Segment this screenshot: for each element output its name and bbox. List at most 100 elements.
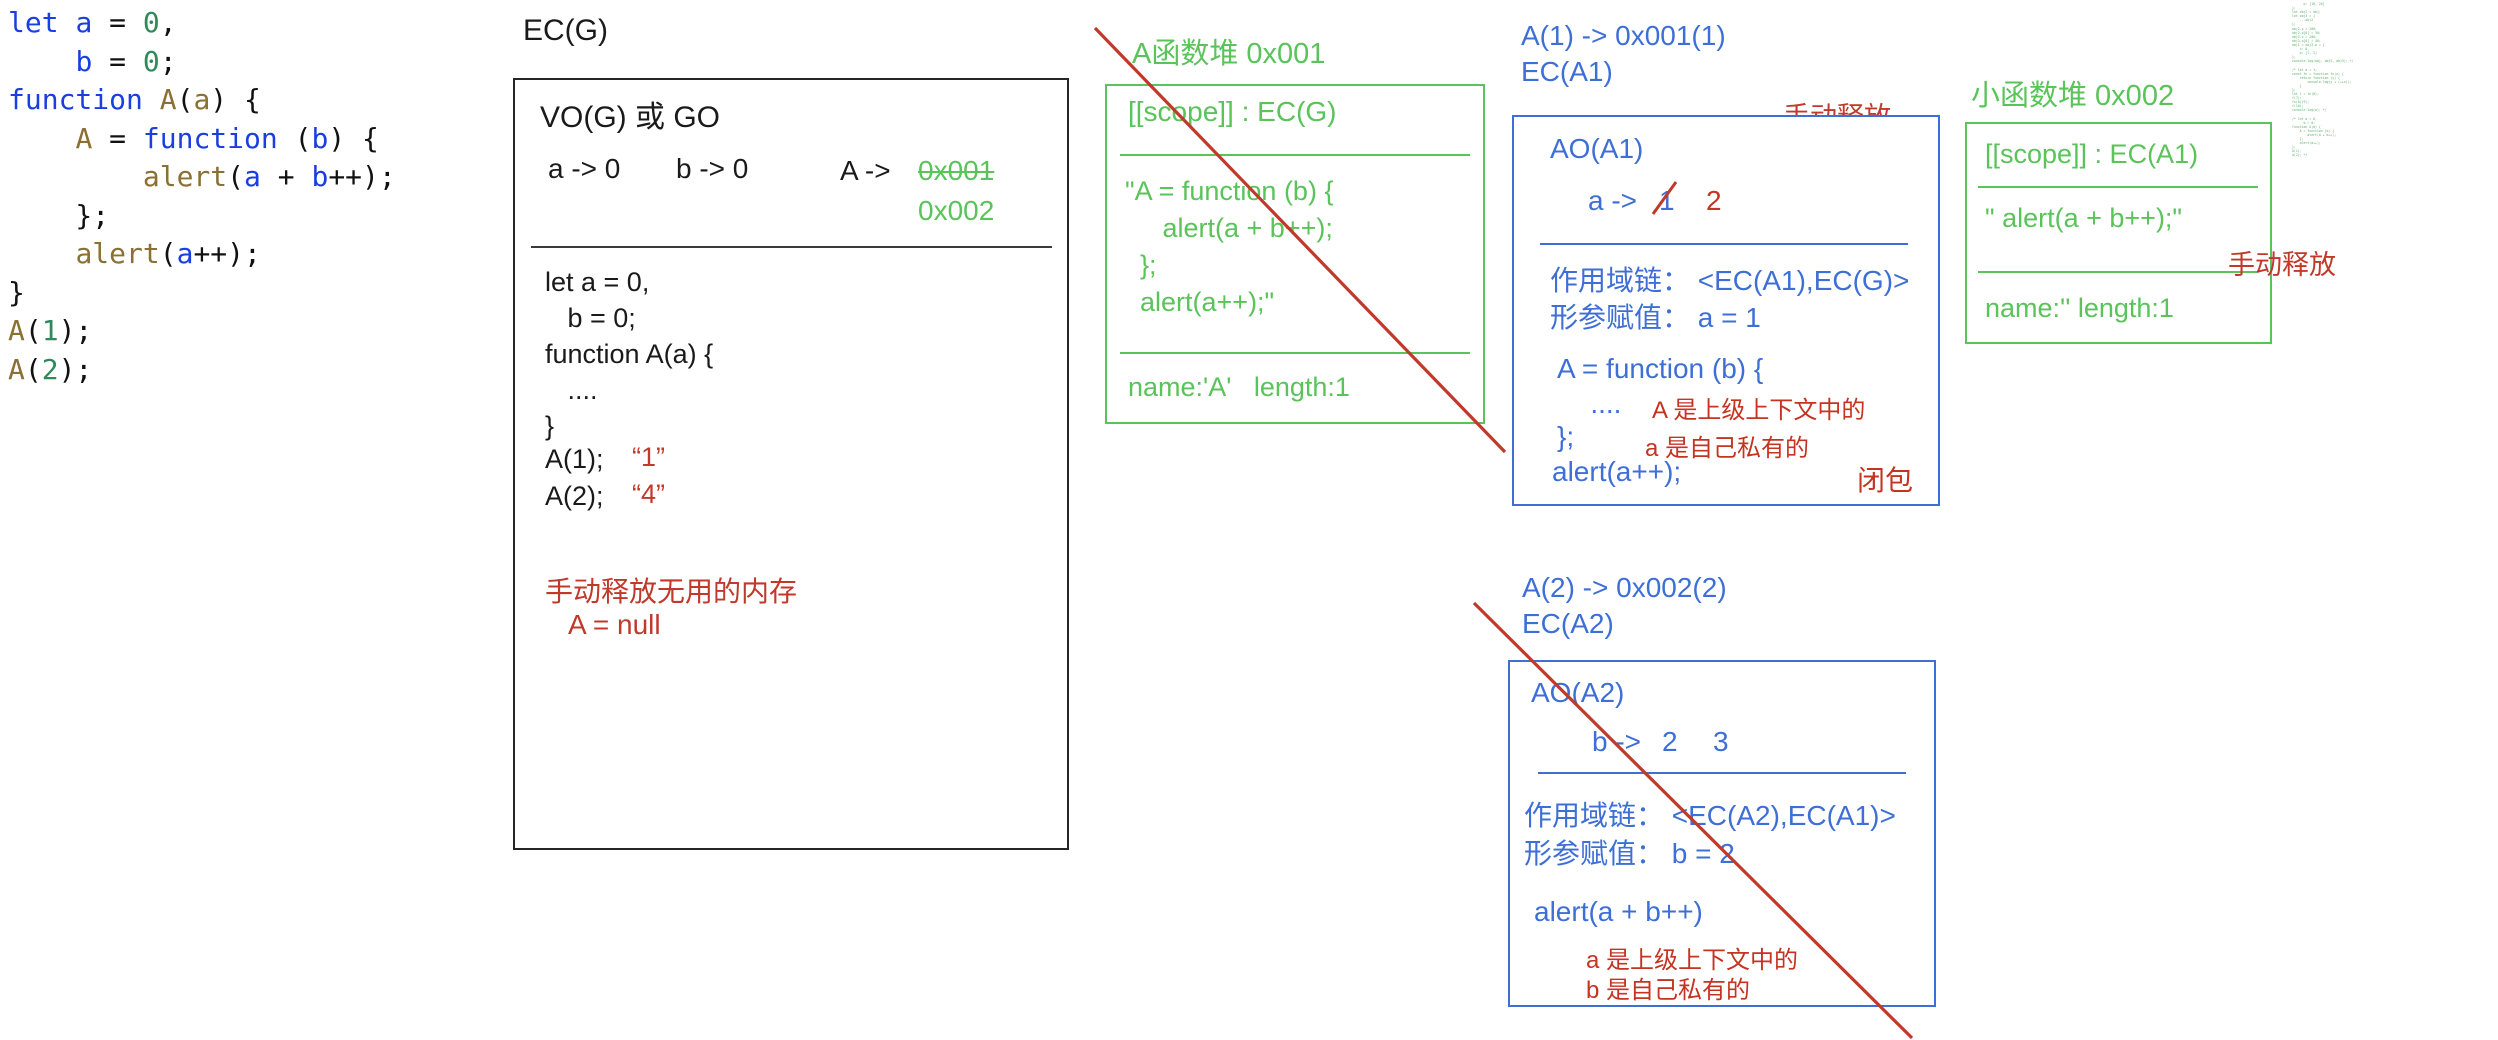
ec-g-vo-title: VO(G) 或 GO: [540, 101, 720, 134]
code-token: b: [311, 160, 329, 193]
code-token: A: [159, 83, 177, 116]
code-token: a: [244, 160, 261, 193]
ec-a2-head-line-1: A(2) -> 0x002(2): [1522, 572, 1727, 603]
code-token: );: [58, 314, 93, 347]
ec-a2-var-new-value: 3: [1713, 726, 1729, 757]
ec-a2-ao-title: AO(A2): [1531, 677, 1625, 708]
source-code-line: A(1);: [8, 312, 396, 351]
source-code-line: b = 0;: [8, 43, 396, 82]
ec-g-var-b: b -> 0: [676, 153, 749, 184]
ec-g-title: EC(G): [523, 14, 608, 47]
code-token: ++);: [193, 237, 261, 270]
code-token: 0: [142, 44, 160, 78]
ec-a1-body-line-3: };: [1557, 421, 1575, 452]
source-code-line: let a = 0,: [8, 4, 396, 43]
code-token: b: [75, 44, 93, 78]
code-token: A: [75, 121, 93, 155]
ec-a2-divider: [1538, 772, 1906, 774]
source-code-line: alert(a++);: [8, 235, 396, 274]
code-token: ;: [159, 44, 177, 78]
code-token: let: [8, 6, 76, 39]
ec-a2-note-2: b 是自己私有的: [1586, 977, 1751, 1004]
ec-a1-var-name: a ->: [1588, 185, 1638, 216]
heap-small-meta: name:'' length:1: [1985, 293, 2174, 323]
ec-a1-var-new-value: 2: [1706, 185, 1722, 216]
ec-a2-head-line-2: EC(A2): [1522, 608, 1614, 639]
ec-a1-body-line-2: ....: [1567, 388, 1622, 419]
ec-a1-var-old-value: 1: [1659, 185, 1675, 216]
code-token: ) {: [210, 83, 261, 116]
code-token: function: [142, 121, 295, 155]
code-token: a: [75, 6, 93, 39]
code-token: }: [8, 275, 25, 309]
heap-a-divider-top: [1120, 154, 1470, 156]
ec-g-body-line-1: b = 0;: [545, 303, 636, 333]
heap-a-code: "A = function (b) { alert(a + b++); }; a…: [1125, 173, 1333, 321]
ec-g-divider: [531, 246, 1052, 248]
code-token: (: [159, 237, 177, 270]
code-token: (: [227, 160, 245, 193]
heap-a-code-line-0: "A = function (b) {: [1125, 176, 1334, 206]
ec-a1-note-2: a 是自己私有的: [1645, 435, 1810, 462]
code-token: (: [24, 314, 42, 347]
ec-g-body-line-3: ....: [545, 375, 598, 405]
code-token: ) {: [328, 121, 379, 155]
ec-g-body-line-4: }: [545, 411, 555, 441]
code-token: 2: [41, 352, 59, 386]
code-token: 0: [142, 6, 160, 39]
code-token: A: [8, 352, 25, 386]
code-token: (: [176, 83, 194, 116]
heap-small-divider-top: [1978, 186, 2258, 188]
ec-a2-var-old-value: 2: [1662, 726, 1678, 757]
heap-a-code-line-1: alert(a + b++);: [1125, 213, 1333, 243]
heap-small-divider-bottom: [1978, 271, 2258, 273]
code-token: a: [193, 83, 211, 116]
source-code-line: }: [8, 274, 396, 313]
ec-g-call-2-output: “4”: [632, 479, 665, 509]
ec-g-free-memory-code: A = null: [568, 609, 661, 640]
ec-a2-scope-chain: 作用域链： <EC(A2),EC(A1)>: [1524, 800, 1896, 831]
code-token: (: [24, 352, 42, 386]
heap-a-scope: [[scope]] : EC(G): [1128, 96, 1337, 127]
heap-a-code-line-2: };: [1125, 250, 1157, 280]
ec-a1-scope-chain: 作用域链： <EC(A1),EC(G)>: [1550, 265, 1910, 296]
code-token: alert: [75, 237, 160, 270]
ec-g-call-1-output: “1”: [632, 442, 665, 472]
heap-small-scope: [[scope]] : EC(A1): [1985, 139, 2199, 169]
source-code-line: };: [8, 197, 396, 236]
ec-a2-params: 形参赋值： b = 2: [1524, 838, 1735, 869]
ec-a2-body-line-1: alert(a + b++): [1534, 896, 1703, 927]
code-token: alert: [142, 160, 228, 193]
code-token: );: [58, 352, 93, 386]
code-token: ,: [159, 6, 177, 39]
code-token: A: [8, 314, 25, 347]
ec-g-body-code: let a = 0, b = 0; function A(a) { ....}: [545, 264, 713, 444]
code-token: (: [294, 121, 312, 155]
ec-g-var-A-new-address: 0x002: [918, 195, 995, 226]
code-token: =: [92, 6, 143, 39]
ec-g-var-A-label: A ->: [840, 155, 891, 186]
heap-a-divider-bottom: [1120, 352, 1470, 354]
source-code-line: alert(a + b++);: [8, 158, 396, 197]
source-code-line: function A(a) {: [8, 81, 396, 120]
ec-a1-ao-title: AO(A1): [1550, 133, 1644, 164]
heap-small-title: 小函数堆 0x002: [1971, 80, 2175, 112]
micro-code-snippet: p: [10, 20] }; let obj2 = obj; let obj3 …: [2292, 2, 2354, 158]
code-token: =: [92, 44, 143, 78]
heap-a-title: A函数堆 0x001: [1132, 38, 1326, 70]
source-code-listing: let a = 0, b = 0; function A(a) { A = fun…: [8, 4, 396, 389]
source-code-line: A(2);: [8, 351, 396, 390]
ec-g-body-line-2: function A(a) {: [545, 339, 714, 369]
source-code-line: A = function (b) {: [8, 120, 396, 159]
ec-a1-note-1: A 是上级上下文中的: [1652, 397, 1866, 424]
code-token: ++);: [328, 160, 396, 193]
heap-a-code-line-3: alert(a++);": [1125, 287, 1275, 317]
ec-g-var-A-old-address: 0x001: [918, 155, 995, 186]
ec-g-call-1: A(1);: [545, 444, 604, 474]
ec-a1-note-closure: 闭包: [1857, 465, 1914, 496]
ec-a1-body-line-1: A = function (b) {: [1557, 353, 1764, 384]
ec-a1-params: 形参赋值： a = 1: [1550, 302, 1761, 333]
